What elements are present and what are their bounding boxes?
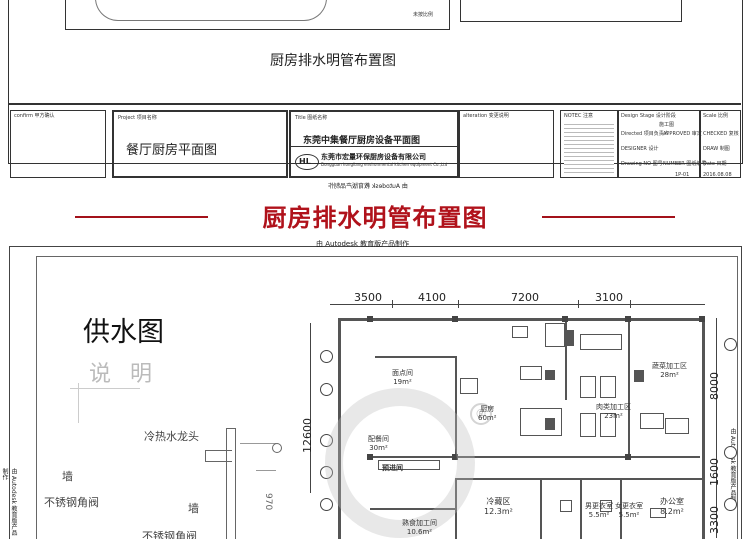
- section-title: 厨房排水明管布置图: [270, 53, 396, 69]
- equipment: [520, 366, 542, 380]
- project-cell: Project 项目名称 餐厅厨房平面图: [112, 110, 288, 178]
- alteration-cell: alteration 变更说明: [459, 110, 554, 178]
- equipment: [545, 370, 555, 380]
- drawing-title: 东莞中集餐厅厨房设备平面图: [303, 136, 421, 146]
- axis-marker: [724, 498, 737, 511]
- valve-icon: [272, 443, 282, 453]
- legend-item-faucet: 冷热水龙头: [144, 430, 199, 443]
- room-male-locker: 男更衣室 5.5m²: [585, 502, 613, 519]
- equipment: [460, 378, 478, 394]
- equipment: [580, 334, 622, 350]
- curved-outline: [95, 0, 327, 21]
- wall-interior: [628, 320, 630, 456]
- dim-right-2: 1600: [708, 458, 721, 486]
- dim-right-1: 8000: [708, 372, 721, 400]
- room-vestibule: 预进间: [382, 464, 403, 472]
- equipment: [545, 323, 565, 347]
- notec-cell: NOTEC 注意: [560, 110, 618, 178]
- axis-marker: [320, 350, 333, 363]
- room-female-locker: 女更衣室 5.5m²: [615, 502, 643, 519]
- company-name: 东莞市宏量环保厨房设备有限公司: [321, 153, 426, 161]
- column: [625, 316, 631, 322]
- title-cell: Title 图纸名称 东莞中集餐厅厨房设备平面图 HL 东莞市宏量环保厨房设备有…: [289, 110, 459, 178]
- equipment: [665, 418, 689, 434]
- room-office: 办公室 8.2m²: [660, 497, 684, 516]
- faucet-icon: [205, 450, 232, 462]
- project-name: 餐厅厨房平面图: [126, 143, 218, 158]
- wall-interior: [540, 478, 542, 539]
- plan-title: 供水图: [83, 317, 164, 348]
- pipe-sketch: [226, 428, 236, 539]
- dim-top-2: 4100: [418, 291, 446, 304]
- legend-item-angle-valve-1: 不锈钢角阀: [44, 496, 99, 509]
- equipment: [545, 418, 555, 430]
- notes-text-lines: [564, 121, 614, 175]
- wall-east: [702, 318, 705, 539]
- dim-top-3: 7200: [511, 291, 539, 304]
- legend-title: 说 明: [89, 362, 158, 387]
- equipment: [634, 370, 644, 382]
- title-block-sheet: 未按比例 厨房排水明管布置图 confirm 甲方确认 Project 项目名称…: [0, 0, 750, 192]
- equipment: [520, 408, 562, 436]
- wall-interior: [455, 478, 705, 480]
- equipment: [560, 500, 572, 512]
- company-logo-icon: HL: [295, 154, 319, 170]
- wall-interior: [580, 478, 582, 539]
- title-block-rule: [8, 103, 741, 105]
- column: [699, 316, 705, 322]
- autodesk-mirrored-note: 由 Autodesk 教育版产品制作: [328, 183, 408, 190]
- company-name-en: Dongguan hongliang environmental kitchen…: [321, 162, 448, 167]
- dim-right-3: 3300: [708, 506, 721, 534]
- axis-marker: [724, 338, 737, 351]
- equipment: [640, 413, 664, 429]
- wall-interior: [375, 356, 455, 358]
- axis-marker: [320, 498, 333, 511]
- sheet-date: 2016.08.08: [703, 172, 732, 178]
- column: [625, 454, 631, 460]
- column: [452, 316, 458, 322]
- autodesk-right-note: 由 Autodesk 教育版产品制作: [729, 428, 736, 508]
- autodesk-left-note: 由 Autodesk 教育版产品制作: [1, 468, 17, 536]
- upper-right-frame: [460, 0, 682, 22]
- wall-north: [338, 318, 704, 321]
- room-cold: 冷藏区 12.3m²: [484, 497, 513, 516]
- axis-marker: [724, 446, 737, 459]
- room-serving: 配餐间 30m²: [368, 435, 389, 452]
- equipment: [512, 326, 528, 338]
- room-cooked-food: 熟食加工间 10.6m²: [402, 519, 437, 536]
- scale-cell: Scale 比例 CHECKED 复核 DRAW 制图 Date 日期 2016…: [700, 110, 741, 178]
- equipment: [580, 376, 596, 398]
- equipment: [564, 330, 574, 346]
- stage-cell: Design Stage 设计阶段 施工图 Directed 项目负责人 APP…: [618, 110, 706, 178]
- room-meat: 肉类加工区 23m²: [596, 403, 631, 420]
- dim-970: 970: [263, 493, 273, 511]
- equipment: [600, 376, 616, 398]
- column: [562, 316, 568, 322]
- axis-marker: [320, 383, 333, 396]
- water-supply-drawing: 由 Autodesk 教育版产品制作 由 Autodesk 教育版产品制作 由 …: [0, 238, 750, 539]
- column: [367, 316, 373, 322]
- top-dimension-line: [330, 304, 705, 305]
- legend-item-angle-valve-2: 不锈钢角阀: [142, 530, 197, 539]
- dim-top-4: 3100: [595, 291, 623, 304]
- legend-item-wall-2: 墙: [188, 502, 199, 515]
- autodesk-top-note: 由 Autodesk 教育版产品制作: [316, 240, 410, 248]
- room-kitchen: 厨房 60m²: [478, 405, 497, 422]
- dim-top-1: 3500: [354, 291, 382, 304]
- equipment: [580, 413, 596, 437]
- banner-right-rule: [542, 216, 675, 218]
- room-pastry: 面点间 19m²: [392, 369, 413, 386]
- room-vegetable: 蔬菜加工区 28m²: [652, 362, 687, 379]
- scale-note: 未按比例: [413, 12, 434, 18]
- dim-left: 12600: [301, 418, 314, 453]
- legend-item-wall-1: 墙: [62, 470, 73, 483]
- confirm-cell: confirm 甲方确认: [10, 110, 106, 178]
- section-banner: 厨房排水明管布置图: [0, 196, 750, 236]
